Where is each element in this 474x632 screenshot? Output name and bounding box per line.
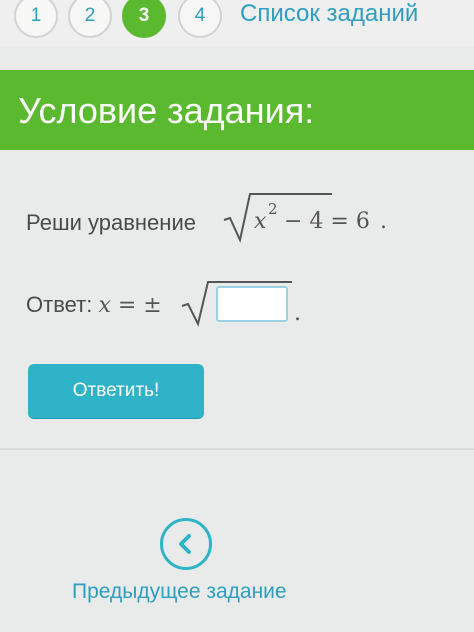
divider xyxy=(0,448,474,450)
equation-end: . xyxy=(380,209,387,234)
chevron-left-icon xyxy=(179,534,191,554)
task-list-link[interactable]: Список заданий xyxy=(240,0,418,28)
previous-task-link[interactable]: Предыдущее задание xyxy=(72,580,287,604)
page-title: Условие задания: xyxy=(18,90,315,131)
task-statement: Реши уравнение xyxy=(26,210,196,236)
answer-input[interactable] xyxy=(216,286,288,322)
submit-button[interactable]: Ответить! xyxy=(28,364,204,418)
step-1[interactable]: 1 xyxy=(14,0,58,38)
answer-line: Ответ: x = ± xyxy=(26,292,162,318)
equation-radical: x 2 − 4 = 6 . xyxy=(223,193,387,244)
step-2[interactable]: 2 xyxy=(68,0,112,38)
answer-lhs: x = ± xyxy=(98,293,162,318)
equation-exponent: 2 xyxy=(268,200,278,218)
equation-rest: − 4 = 6 xyxy=(284,209,370,234)
step-3[interactable]: 3 xyxy=(122,0,166,38)
task-navigation: 1 2 3 4 Список заданий xyxy=(0,0,474,46)
previous-task-button[interactable] xyxy=(160,518,212,570)
answer-end: . xyxy=(294,301,301,326)
task-prompt: Реши уравнение xyxy=(26,210,196,235)
step-4[interactable]: 4 xyxy=(178,0,222,38)
answer-label: Ответ: xyxy=(26,292,93,317)
equation-var: x xyxy=(254,209,267,234)
